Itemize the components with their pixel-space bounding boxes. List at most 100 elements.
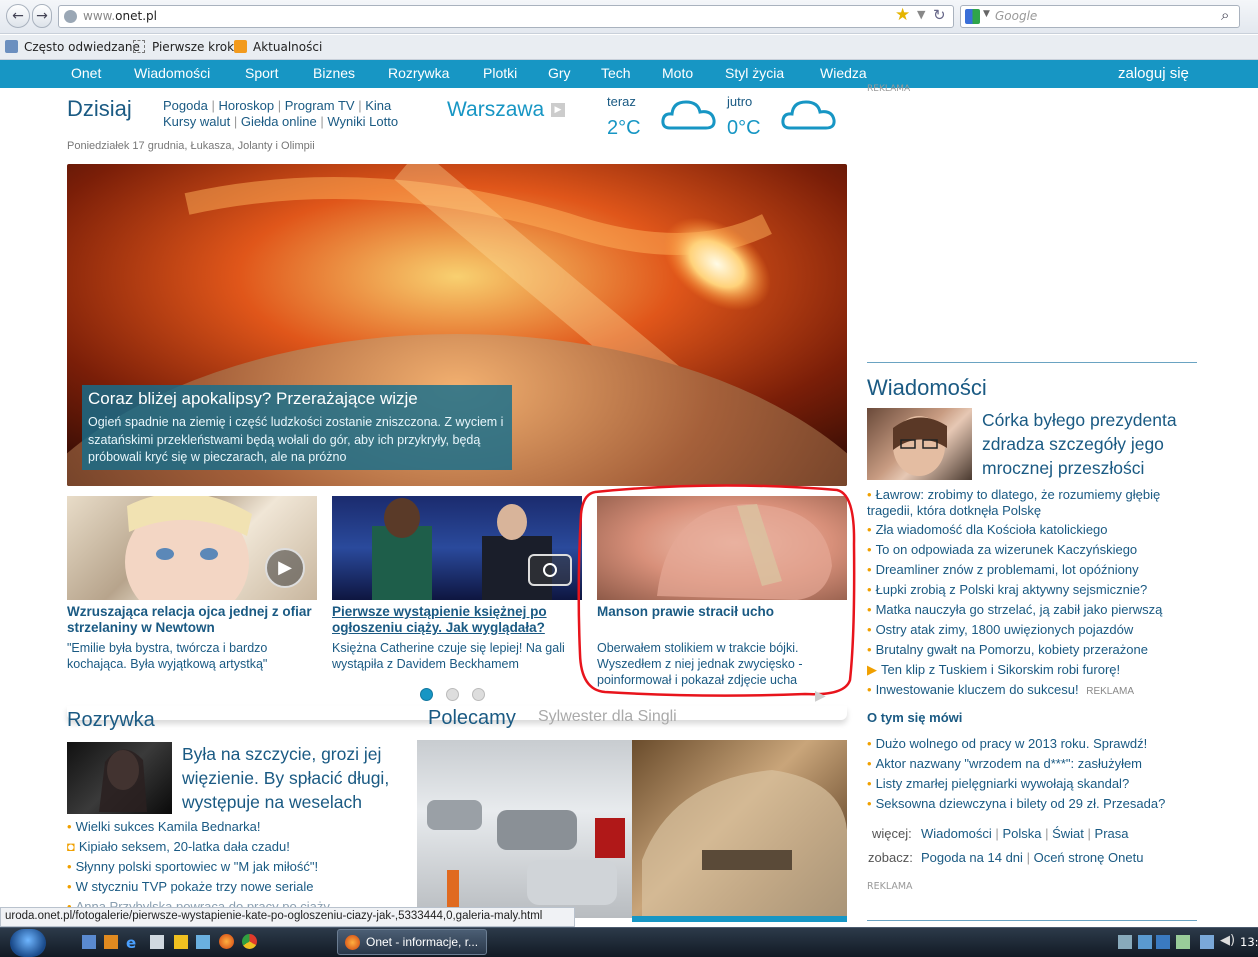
- talk-item[interactable]: • Listy zmarłej pielęgniarki wywołają ska…: [867, 776, 1129, 792]
- url-bar[interactable]: www.onet.pl ★ ▼ ↻: [58, 5, 954, 28]
- city-name[interactable]: Warszawa: [447, 98, 544, 122]
- news-item[interactable]: • Ławrow: zrobimy to dlatego, że rozumiem…: [867, 487, 1197, 519]
- rozrywka-title[interactable]: Rozrywka: [67, 709, 155, 732]
- see-ocen[interactable]: Oceń stronę Onetu: [1034, 850, 1144, 865]
- nav-gry[interactable]: Gry: [548, 65, 571, 81]
- rozrywka-item[interactable]: • Wielki sukces Kamila Bednarka!: [67, 819, 261, 834]
- polecamy-thumb-1[interactable]: [417, 740, 632, 918]
- tray-icon[interactable]: [1138, 935, 1152, 949]
- more-links: Wiadomości | Polska | Świat | Prasa: [921, 826, 1129, 841]
- chrome-icon[interactable]: [242, 934, 257, 949]
- see-pogoda[interactable]: Pogoda na 14 dni: [921, 850, 1023, 865]
- nav-biznes[interactable]: Biznes: [313, 65, 355, 81]
- rozrywka-item[interactable]: • W styczniu TVP pokaże trzy nowe seriale: [67, 879, 314, 894]
- link-gielda[interactable]: Giełda online: [241, 114, 317, 129]
- link-kursy-walut[interactable]: Kursy walut: [163, 114, 230, 129]
- link-program-tv[interactable]: Program TV: [285, 98, 355, 113]
- news-item[interactable]: • Łupki zrobią z Polski kraj aktywny sejs…: [867, 582, 1147, 598]
- carousel-next-icon[interactable]: ▶: [815, 688, 826, 704]
- link-kina[interactable]: Kina: [365, 98, 391, 113]
- rozrywka-thumb[interactable]: [67, 742, 172, 814]
- firefox-icon[interactable]: [219, 934, 234, 949]
- bookmark-aktualnosci[interactable]: Aktualności: [253, 40, 322, 54]
- news-item-ad[interactable]: • Inwestowanie kluczem do sukcesu! REKLAM…: [867, 682, 1134, 700]
- ie-icon[interactable]: e: [126, 934, 136, 952]
- nav-wiedza[interactable]: Wiedza: [820, 65, 867, 81]
- link-lotto[interactable]: Wyniki Lotto: [327, 114, 398, 129]
- news-item[interactable]: • Brutalny gwałt na Pomorzu, kobiety prze…: [867, 642, 1148, 658]
- news-headline[interactable]: Córka byłego prezydenta zdradza szczegół…: [982, 408, 1197, 480]
- player-icon[interactable]: [174, 935, 188, 949]
- quick-links-row1: Pogoda | Horoskop | Program TV | Kina: [163, 98, 392, 113]
- city-arrow-icon[interactable]: ▶: [551, 103, 565, 117]
- explorer-icon[interactable]: [150, 935, 164, 949]
- hero-title[interactable]: Coraz bliżej apokalipsy? Przerażające wi…: [88, 389, 418, 409]
- nav-plotki[interactable]: Plotki: [483, 65, 517, 81]
- more-polska[interactable]: Polska: [1002, 826, 1041, 841]
- news-item[interactable]: • Dreamliner znów z problemami, lot opóźn…: [867, 562, 1139, 578]
- news-section-title[interactable]: Wiadomości: [867, 375, 987, 401]
- carousel-dot-2[interactable]: [446, 688, 459, 701]
- tray-icon[interactable]: [1176, 935, 1190, 949]
- more-swiat[interactable]: Świat: [1052, 826, 1084, 841]
- nav-rozrywka[interactable]: Rozrywka: [388, 65, 449, 81]
- volume-icon[interactable]: ◀): [1220, 933, 1235, 948]
- back-icon[interactable]: ←: [6, 4, 30, 28]
- start-button[interactable]: [10, 929, 46, 957]
- news-thumb[interactable]: [867, 408, 972, 480]
- clock[interactable]: 13:2: [1240, 935, 1258, 949]
- talk-item[interactable]: • Seksowna dziewczyna i bilety od 29 zł. …: [867, 796, 1165, 812]
- more-wiadomosci[interactable]: Wiadomości: [921, 826, 992, 841]
- news-item[interactable]: • Ostry atak zimy, 1800 uwięzionych pojaz…: [867, 622, 1133, 638]
- card-thumb-1[interactable]: ▶: [67, 496, 317, 600]
- network-icon[interactable]: [1200, 935, 1214, 949]
- desktop-icon[interactable]: [82, 935, 96, 949]
- login-link[interactable]: zaloguj się: [1118, 65, 1189, 82]
- rozrywka-item[interactable]: • Słynny polski sportowiec w "M jak miłoś…: [67, 859, 318, 874]
- link-horoskop[interactable]: Horoskop: [218, 98, 274, 113]
- bookmark-pierwsze[interactable]: Pierwsze kroki: [152, 40, 237, 54]
- window-icon[interactable]: [196, 935, 210, 949]
- news-item[interactable]: • To on odpowiada za wizerunek Kaczyńskie…: [867, 542, 1137, 558]
- nav-tech[interactable]: Tech: [601, 65, 631, 81]
- card-2-desc: Księżna Catherine czuje się lepiej! Na g…: [332, 641, 565, 671]
- nav-styl-zycia[interactable]: Styl życia: [725, 65, 784, 81]
- divider: [632, 916, 847, 922]
- search-box[interactable]: ▼ Google ⌕: [960, 5, 1240, 28]
- reload-icon[interactable]: ↻: [933, 6, 946, 24]
- card-1-title[interactable]: Wzruszająca relacja ojca jednej z ofiar …: [67, 604, 317, 636]
- polecamy-subtitle[interactable]: Sylwester dla Singli: [538, 708, 677, 726]
- nav-moto[interactable]: Moto: [662, 65, 693, 81]
- nav-sport[interactable]: Sport: [245, 65, 278, 81]
- card-2-title[interactable]: Pierwsze wystąpienie księżnej po ogłosze…: [332, 604, 582, 636]
- camera-icon[interactable]: [528, 554, 572, 586]
- bookmark-star-icon[interactable]: ★: [895, 5, 910, 25]
- carousel-dot-1[interactable]: [420, 688, 433, 701]
- search-icon[interactable]: ⌕: [1221, 6, 1229, 24]
- link-pogoda[interactable]: Pogoda: [163, 98, 208, 113]
- media-icon[interactable]: [104, 935, 118, 949]
- bookmark-czesto[interactable]: Często odwiedzane: [24, 40, 140, 54]
- polecamy-title[interactable]: Polecamy: [428, 707, 516, 730]
- play-icon[interactable]: ▶: [265, 548, 305, 588]
- tray-icon[interactable]: [1118, 935, 1132, 949]
- rozrywka-headline[interactable]: Była na szczycie, grozi jej więzienie. B…: [182, 742, 407, 814]
- nav-wiadomosci[interactable]: Wiadomości: [134, 65, 210, 81]
- nav-onet[interactable]: Onet: [71, 65, 101, 81]
- more-prasa[interactable]: Prasa: [1095, 826, 1129, 841]
- news-item-video[interactable]: ▶ Ten klip z Tuskiem i Sikorskim robi fur…: [867, 662, 1120, 678]
- card-thumb-2[interactable]: [332, 496, 582, 600]
- carousel-dot-3[interactable]: [472, 688, 485, 701]
- forward-icon[interactable]: →: [32, 4, 52, 28]
- polecamy-thumb-2[interactable]: [632, 740, 847, 918]
- hero-caption[interactable]: Coraz bliżej apokalipsy? Przerażające wi…: [82, 385, 512, 470]
- tray-icon[interactable]: [1156, 935, 1170, 949]
- talk-item[interactable]: • Aktor nazwany "wrzodem na d***": zasłuż…: [867, 756, 1142, 772]
- camera-icon: ◘: [67, 839, 75, 854]
- taskbar-window[interactable]: Onet - informacje, r...: [337, 929, 487, 955]
- news-item[interactable]: • Zła wiadomość dla Kościoła katolickiego: [867, 522, 1108, 538]
- talk-item[interactable]: • Dużo wolnego od pracy w 2013 roku. Spra…: [867, 736, 1147, 752]
- news-item[interactable]: • Matka nauczyła go strzelać, ją zabił ja…: [867, 602, 1162, 618]
- rozrywka-item[interactable]: ◘ Kipiało seksem, 20-latka dała czadu!: [67, 839, 290, 854]
- dropdown-icon[interactable]: ▼: [917, 8, 925, 21]
